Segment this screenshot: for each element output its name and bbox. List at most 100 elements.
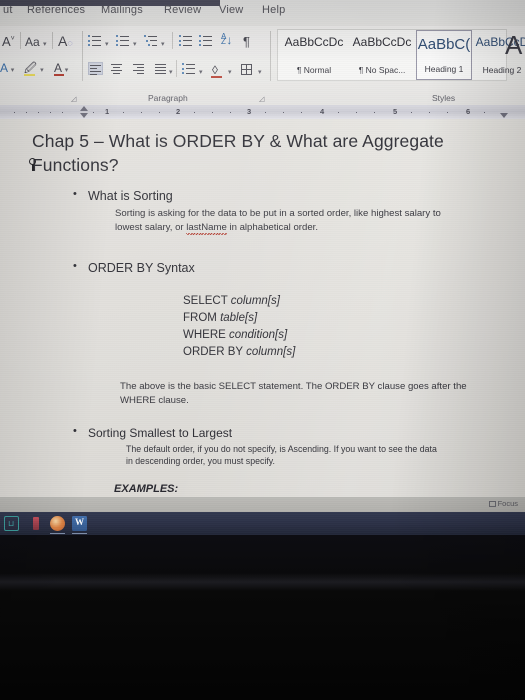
sort-icon[interactable]: A Z↓ xyxy=(221,33,232,47)
multilevel-list-icon[interactable] xyxy=(144,34,159,47)
start-icon: ⊔ xyxy=(8,519,15,528)
line-spacing-dropdown-icon[interactable]: ▾ xyxy=(199,68,203,76)
page-title-line-1: Chap 5 – What is ORDER BY & What are Agg… xyxy=(32,131,444,151)
styles-group-caption: Styles xyxy=(432,93,456,103)
line-spacing-icon[interactable] xyxy=(182,62,197,75)
smallest-line-2: in descending order, you must specify. xyxy=(126,456,275,466)
tab-view[interactable]: View xyxy=(219,4,243,16)
sql-placeholder: column[s] xyxy=(230,295,280,307)
misspelled-word-lastname: lastName xyxy=(186,221,227,233)
bullet-what-is-sorting: What is Sorting xyxy=(73,188,173,203)
superscript-icon[interactable]: A˅ xyxy=(2,35,15,48)
word-letter: W xyxy=(75,517,84,527)
right-indent-marker[interactable] xyxy=(500,113,508,118)
focus-label: Focus xyxy=(497,499,518,508)
highlight-color-swatch xyxy=(24,74,35,77)
styles-more-icon[interactable]: A xyxy=(505,30,522,61)
status-bar: Focus xyxy=(0,497,525,512)
note-line-1: The above is the basic SELECT statement.… xyxy=(120,381,467,392)
highlight-color-icon[interactable]: 🖉 ▾ xyxy=(24,62,44,74)
justify-dropdown-icon[interactable]: ▾ xyxy=(169,68,173,76)
align-left-icon[interactable] xyxy=(88,62,103,76)
divider xyxy=(82,31,83,81)
ruler-tick-1: 1 xyxy=(105,107,110,116)
document-body[interactable]: Chap 5 – What is ORDER BY & What are Agg… xyxy=(0,119,525,497)
bullet-list-icon[interactable] xyxy=(88,34,103,47)
divider xyxy=(20,32,21,49)
horizontal-ruler[interactable]: 1 2 3 4 5 6 xyxy=(0,105,525,119)
sorting-description: Sorting is asking for the data to be put… xyxy=(115,207,505,234)
style-name: Heading 1 xyxy=(424,64,464,74)
paragraph-dialog-launcher-icon[interactable]: ◿ xyxy=(259,95,267,103)
style-no-spacing[interactable]: AaBbCcDc ¶ No Spac... xyxy=(348,30,416,80)
show-formatting-marks-icon[interactable]: ¶ xyxy=(243,35,250,48)
sorting-line-2a: lowest salary, or xyxy=(115,221,187,233)
borders-icon[interactable] xyxy=(241,64,252,75)
decrease-indent-icon[interactable] xyxy=(179,34,194,47)
smallest-line-1: The default order, if you do not specify… xyxy=(126,444,437,454)
style-preview: AaBbC( xyxy=(417,36,471,53)
style-preview: AaBbCcDc xyxy=(352,35,412,49)
taskbar: ⊔ W xyxy=(0,512,525,535)
sorting-line-2b: in alphabetical order. xyxy=(226,221,318,233)
ruler-tick-6: 6 xyxy=(466,107,471,116)
numbered-list-icon[interactable] xyxy=(116,34,131,47)
word-icon[interactable]: W xyxy=(72,516,87,531)
sorting-line-1: Sorting is asking for the data to be put… xyxy=(115,208,441,219)
hanging-indent-marker[interactable] xyxy=(80,113,88,118)
borders-dropdown-icon[interactable]: ▾ xyxy=(258,68,262,76)
style-heading-1[interactable]: AaBbC( Heading 1 xyxy=(416,30,472,80)
paragraph-group-caption: Paragraph xyxy=(148,93,188,103)
ruler-tick-5: 5 xyxy=(393,107,398,116)
sql-placeholder: column[s] xyxy=(246,346,296,358)
tab-references[interactable]: References xyxy=(27,4,85,16)
sql-keyword: FROM xyxy=(183,312,221,324)
shading-icon[interactable]: ◊ xyxy=(212,64,218,76)
sql-placeholder: condition[s] xyxy=(229,329,288,341)
shading-dropdown-icon[interactable]: ▾ xyxy=(228,68,232,76)
font-color-icon[interactable]: A ▾ xyxy=(54,62,68,74)
justify-icon[interactable] xyxy=(154,62,169,75)
monitor-bezel xyxy=(0,535,525,700)
focus-mode-button[interactable]: Focus xyxy=(488,499,518,508)
bullet-list-dropdown-icon[interactable]: ▾ xyxy=(105,40,109,48)
photographed-screen: ut References Mailings Review View Help … xyxy=(0,0,525,700)
bullet-sorting-smallest-to-largest: Sorting Smallest to Largest xyxy=(73,425,232,440)
increase-indent-icon[interactable] xyxy=(199,34,214,47)
tab-help[interactable]: Help xyxy=(262,4,285,16)
tab-review[interactable]: Review xyxy=(164,4,201,16)
font-dialog-launcher-icon[interactable]: ◿ xyxy=(71,95,79,103)
ribbon: A˅ Aa ▾ A◌ A ▾ 🖉 ▾ A ▾ ▾ ▾ ▾ A Z↓ ¶ ▾ ▾ … xyxy=(0,26,525,105)
first-line-indent-marker[interactable] xyxy=(80,106,88,111)
monitor-screen: ut References Mailings Review View Help … xyxy=(0,0,525,535)
align-center-icon[interactable] xyxy=(110,62,125,75)
firefox-icon[interactable] xyxy=(50,516,65,531)
ruler-tick-3: 3 xyxy=(247,107,252,116)
numbered-list-dropdown-icon[interactable]: ▾ xyxy=(133,40,137,48)
clear-formatting-icon[interactable]: A◌ xyxy=(58,34,73,48)
text-effects-icon[interactable]: A ▾ xyxy=(0,62,14,74)
shading-color-swatch xyxy=(211,76,222,79)
style-normal[interactable]: AaBbCcDc ¶ Normal xyxy=(280,30,348,80)
sql-line-where: WHERE condition[s] xyxy=(183,329,287,341)
smallest-description: The default order, if you do not specify… xyxy=(126,443,506,467)
ruler-tick-2: 2 xyxy=(176,107,181,116)
tab-layout[interactable]: ut xyxy=(3,4,13,16)
style-preview: AaBbCcDc xyxy=(284,35,344,49)
style-name: Heading 2 xyxy=(482,65,522,75)
tab-mailings[interactable]: Mailings xyxy=(101,4,143,16)
style-name: ¶ No Spac... xyxy=(358,65,406,75)
align-right-icon[interactable] xyxy=(132,62,147,75)
mouse-cursor xyxy=(29,158,38,171)
taskbar-app-red-icon[interactable] xyxy=(33,517,39,530)
document-page[interactable]: Chap 5 – What is ORDER BY & What are Agg… xyxy=(0,119,525,497)
note-line-2: WHERE clause. xyxy=(120,394,189,406)
syntax-note: The above is the basic SELECT statement.… xyxy=(120,380,505,407)
start-button[interactable]: ⊔ xyxy=(4,516,19,531)
style-name: ¶ Normal xyxy=(296,65,332,75)
multilevel-list-dropdown-icon[interactable]: ▾ xyxy=(161,40,165,48)
styles-gallery: AaBbCcDc ¶ Normal AaBbCcDc ¶ No Spac... … xyxy=(277,29,525,81)
divider xyxy=(52,32,53,49)
change-case-icon[interactable]: Aa ▾ xyxy=(25,36,47,48)
sql-line-from: FROM table[s] xyxy=(183,312,257,324)
